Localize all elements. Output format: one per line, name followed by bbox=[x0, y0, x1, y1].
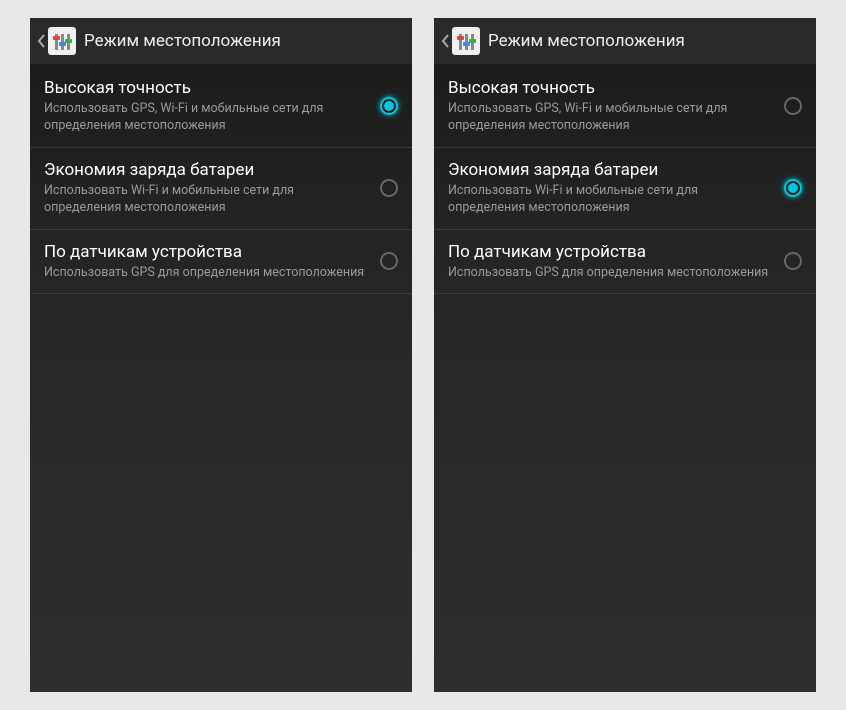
radio-icon[interactable] bbox=[784, 97, 802, 115]
option-desc: Использовать GPS для определения местопо… bbox=[448, 265, 772, 282]
radio-icon[interactable] bbox=[380, 97, 398, 115]
option-desc: Использовать GPS для определения местопо… bbox=[44, 265, 368, 282]
option-battery-saving[interactable]: Экономия заряда батареи Использовать Wi-… bbox=[434, 148, 816, 230]
header: Режим местоположения bbox=[30, 18, 412, 66]
app-icon[interactable] bbox=[48, 27, 76, 55]
back-icon[interactable] bbox=[36, 33, 46, 49]
radio-icon[interactable] bbox=[380, 179, 398, 197]
option-title: Экономия заряда батареи bbox=[44, 160, 368, 180]
app-icon[interactable] bbox=[452, 27, 480, 55]
option-desc: Использовать Wi-Fi и мобильные сети для … bbox=[448, 183, 772, 217]
option-desc: Использовать GPS, Wi-Fi и мобильные сети… bbox=[448, 101, 772, 135]
option-title: По датчикам устройства bbox=[448, 242, 772, 262]
options-list: Высокая точность Использовать GPS, Wi-Fi… bbox=[30, 66, 412, 294]
option-battery-saving[interactable]: Экономия заряда батареи Использовать Wi-… bbox=[30, 148, 412, 230]
page-title: Режим местоположения bbox=[84, 31, 281, 51]
option-high-accuracy[interactable]: Высокая точность Использовать GPS, Wi-Fi… bbox=[30, 66, 412, 148]
option-title: Высокая точность bbox=[448, 78, 772, 98]
screen-right: Режим местоположения Высокая точность Ис… bbox=[434, 18, 816, 692]
option-device-only[interactable]: По датчикам устройства Использовать GPS … bbox=[434, 230, 816, 295]
option-desc: Использовать Wi-Fi и мобильные сети для … bbox=[44, 183, 368, 217]
radio-icon[interactable] bbox=[784, 252, 802, 270]
page-title: Режим местоположения bbox=[488, 31, 685, 51]
option-title: По датчикам устройства bbox=[44, 242, 368, 262]
option-desc: Использовать GPS, Wi-Fi и мобильные сети… bbox=[44, 101, 368, 135]
option-device-only[interactable]: По датчикам устройства Использовать GPS … bbox=[30, 230, 412, 295]
radio-icon[interactable] bbox=[784, 179, 802, 197]
back-icon[interactable] bbox=[440, 33, 450, 49]
screen-left: Режим местоположения Высокая точность Ис… bbox=[30, 18, 412, 692]
option-high-accuracy[interactable]: Высокая точность Использовать GPS, Wi-Fi… bbox=[434, 66, 816, 148]
header: Режим местоположения bbox=[434, 18, 816, 66]
option-title: Экономия заряда батареи bbox=[448, 160, 772, 180]
option-title: Высокая точность bbox=[44, 78, 368, 98]
radio-icon[interactable] bbox=[380, 252, 398, 270]
options-list: Высокая точность Использовать GPS, Wi-Fi… bbox=[434, 66, 816, 294]
